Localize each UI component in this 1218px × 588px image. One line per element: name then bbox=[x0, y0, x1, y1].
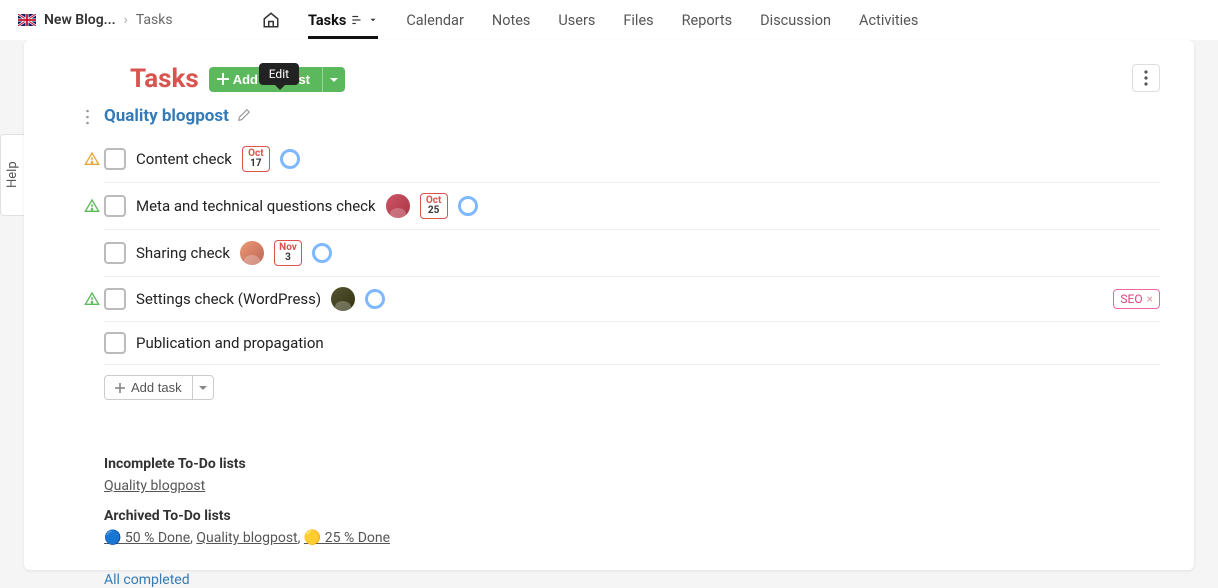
incomplete-list-link[interactable]: Quality blogpost bbox=[104, 478, 205, 494]
header-actions bbox=[1132, 64, 1160, 92]
nav-tab-notes[interactable]: Notes bbox=[492, 2, 531, 39]
due-date-badge[interactable]: Nov 3 bbox=[274, 240, 302, 266]
due-day: 3 bbox=[279, 253, 297, 263]
progress-ring-icon[interactable] bbox=[312, 243, 332, 263]
task-name[interactable]: Meta and technical questions check bbox=[136, 197, 376, 215]
task-checkbox[interactable] bbox=[104, 288, 126, 310]
add-task-row: Add task bbox=[104, 375, 1160, 400]
add-task-list-caret[interactable] bbox=[322, 67, 345, 92]
task-list: Content check Oct 17 Meta and technical … bbox=[84, 136, 1160, 365]
task-name[interactable]: Settings check (WordPress) bbox=[136, 290, 321, 308]
nav-tab-tasks[interactable]: Tasks bbox=[308, 2, 378, 39]
page-header: Tasks Add task list Edit bbox=[130, 64, 1160, 94]
home-icon[interactable] bbox=[262, 11, 280, 29]
archived-list-link[interactable]: 🟡 25 % Done bbox=[304, 530, 390, 546]
breadcrumb-current[interactable]: Tasks bbox=[136, 12, 173, 28]
nav-tab-files[interactable]: Files bbox=[623, 2, 653, 39]
task-checkbox[interactable] bbox=[104, 148, 126, 170]
nav-tab-users[interactable]: Users bbox=[558, 2, 595, 39]
assignee-avatar[interactable] bbox=[331, 287, 355, 311]
task-name[interactable]: Publication and propagation bbox=[136, 334, 324, 352]
edit-tooltip: Edit bbox=[259, 63, 299, 85]
task-checkbox[interactable] bbox=[104, 195, 126, 217]
add-task-label: Add task bbox=[131, 380, 182, 395]
plus-icon bbox=[217, 73, 229, 85]
kebab-icon bbox=[1144, 70, 1148, 86]
drag-handle-icon[interactable] bbox=[86, 109, 92, 129]
assignee-avatar[interactable] bbox=[240, 241, 264, 265]
assignee-avatar[interactable] bbox=[386, 194, 410, 218]
progress-ring-icon[interactable] bbox=[365, 289, 385, 309]
plus-icon bbox=[115, 383, 125, 393]
due-date-badge[interactable]: Oct 17 bbox=[242, 146, 270, 172]
main-card: Tasks Add task list Edit Quality blogpos… bbox=[24, 40, 1194, 570]
progress-ring-icon[interactable] bbox=[458, 196, 478, 216]
all-completed-link[interactable]: All completed bbox=[104, 572, 190, 588]
nav-tab-label: Tasks bbox=[308, 12, 346, 29]
caret-down-icon bbox=[330, 76, 338, 84]
nav-tab-discussion[interactable]: Discussion bbox=[760, 2, 831, 39]
nav-tab-reports[interactable]: Reports bbox=[682, 2, 733, 39]
due-day: 17 bbox=[247, 159, 265, 169]
nav-tab-calendar[interactable]: Calendar bbox=[406, 2, 464, 39]
archived-heading: Archived To-Do lists bbox=[104, 508, 1160, 524]
nav-tabs: Tasks Calendar Notes Users Files Reports… bbox=[262, 2, 918, 39]
chevron-down-icon bbox=[368, 15, 378, 25]
chevron-right-icon: › bbox=[124, 12, 128, 28]
warning-icon bbox=[84, 198, 100, 214]
tag-label: SEO bbox=[1120, 292, 1142, 306]
task-checkbox[interactable] bbox=[104, 242, 126, 264]
add-task-button[interactable]: Add task bbox=[104, 375, 193, 400]
breadcrumb: New Blog... › Tasks bbox=[18, 12, 228, 28]
task-list-header: Quality blogpost bbox=[104, 106, 1160, 126]
incomplete-heading: Incomplete To-Do lists bbox=[104, 456, 1160, 472]
lists-summary: Incomplete To-Do lists Quality blogpost … bbox=[104, 456, 1160, 588]
task-tag[interactable]: SEO × bbox=[1113, 289, 1160, 309]
task-row: Content check Oct 17 bbox=[104, 136, 1160, 183]
task-list-title[interactable]: Quality blogpost bbox=[104, 106, 229, 126]
page-title: Tasks bbox=[130, 64, 199, 94]
archived-list-link[interactable]: 🔵 50 % Done bbox=[104, 530, 190, 546]
nav-tab-activities[interactable]: Activities bbox=[859, 2, 918, 39]
help-tab[interactable]: Help bbox=[0, 134, 24, 216]
add-task-list-group: Add task list Edit bbox=[209, 67, 345, 92]
due-date-badge[interactable]: Oct 25 bbox=[420, 193, 448, 219]
list-icon bbox=[350, 13, 364, 27]
task-name[interactable]: Content check bbox=[136, 150, 232, 168]
task-row: Settings check (WordPress) SEO × bbox=[104, 277, 1160, 322]
warning-icon bbox=[84, 291, 100, 307]
top-nav: New Blog... › Tasks Tasks Calendar Notes… bbox=[0, 0, 1218, 40]
task-row: Meta and technical questions check Oct 2… bbox=[104, 183, 1160, 230]
task-row: Publication and propagation bbox=[104, 322, 1160, 365]
task-row: Sharing check Nov 3 bbox=[104, 230, 1160, 277]
progress-ring-icon[interactable] bbox=[280, 149, 300, 169]
more-menu-button[interactable] bbox=[1132, 64, 1160, 92]
edit-list-icon[interactable] bbox=[237, 107, 251, 126]
flag-icon bbox=[18, 14, 36, 26]
task-name[interactable]: Sharing check bbox=[136, 244, 230, 262]
warning-icon bbox=[84, 151, 100, 167]
tag-remove-icon[interactable]: × bbox=[1147, 292, 1153, 306]
due-day: 25 bbox=[425, 206, 443, 216]
archived-list-link[interactable]: Quality blogpost bbox=[196, 530, 297, 546]
task-checkbox[interactable] bbox=[104, 332, 126, 354]
caret-down-icon bbox=[199, 384, 207, 392]
breadcrumb-project[interactable]: New Blog... bbox=[44, 12, 116, 28]
add-task-caret[interactable] bbox=[193, 375, 214, 400]
